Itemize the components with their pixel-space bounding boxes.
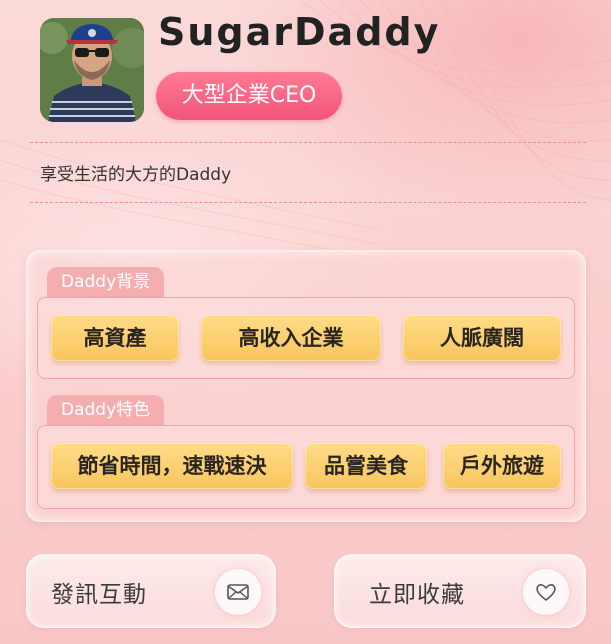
mail-icon xyxy=(215,569,261,615)
heart-icon xyxy=(523,569,569,615)
tag-background-0: 高資產 xyxy=(51,315,179,361)
tag-feature-1: 品嘗美食 xyxy=(305,443,427,489)
avatar-photo xyxy=(40,18,144,122)
message-button-label: 發訊互動 xyxy=(51,582,147,608)
tag-feature-0: 節省時間，速戰速決 xyxy=(51,443,293,489)
section-label-features: Daddy特色 xyxy=(47,395,165,425)
avatar[interactable] xyxy=(40,18,144,122)
favorite-button-label: 立即收藏 xyxy=(369,582,465,608)
divider-bottom xyxy=(30,202,586,203)
tag-background-2: 人脈廣闊 xyxy=(403,315,561,361)
favorite-button[interactable]: 立即收藏 xyxy=(334,554,586,628)
bio-text: 享受生活的大方的Daddy xyxy=(40,165,232,185)
info-card: Daddy背景 高資產 高收入企業 人脈廣闊 Daddy特色 節省時間，速戰速決… xyxy=(26,250,586,522)
tag-feature-2: 戶外旅遊 xyxy=(443,443,561,489)
title-badge: 大型企業CEO xyxy=(156,72,342,120)
section-label-background: Daddy背景 xyxy=(47,267,165,297)
username: SugarDaddy xyxy=(158,10,441,54)
message-button[interactable]: 發訊互動 xyxy=(26,554,276,628)
divider-top xyxy=(30,142,586,143)
tag-background-1: 高收入企業 xyxy=(201,315,381,361)
